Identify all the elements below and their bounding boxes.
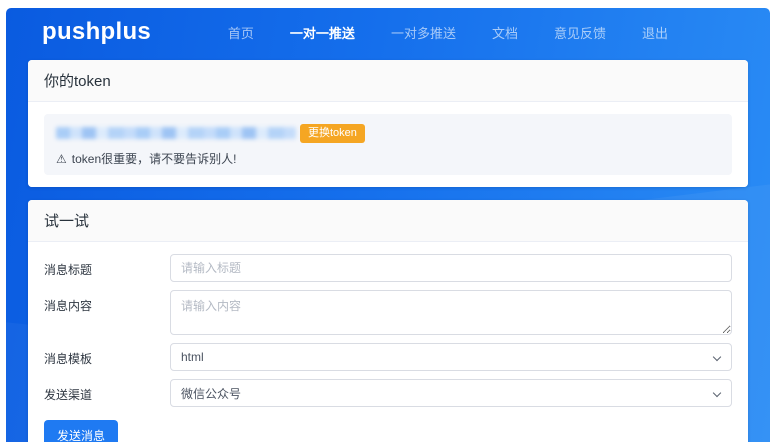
chevron-down-icon [713, 389, 721, 397]
message-template-select[interactable]: html [170, 343, 732, 371]
message-title-row: 消息标题 [44, 254, 732, 282]
token-card-title: 你的token [44, 73, 111, 90]
try-it-card: 试一试 消息标题 消息内容 消息模板 [28, 200, 748, 442]
token-warning-text: token很重要，请不要告诉别人! [72, 150, 237, 167]
message-content-label: 消息内容 [44, 290, 170, 314]
nav-item-one-to-one-push[interactable]: 一对一推送 [290, 23, 355, 42]
message-title-input[interactable] [170, 254, 732, 282]
try-it-card-header: 试一试 [28, 200, 748, 242]
message-content-textarea[interactable] [170, 290, 732, 335]
message-template-label: 消息模板 [44, 343, 170, 367]
nav-item-docs[interactable]: 文档 [492, 23, 518, 42]
try-it-card-body: 消息标题 消息内容 消息模板 html [28, 242, 748, 442]
token-card-header: 你的token [28, 60, 748, 102]
main-nav: 首页 一对一推送 一对多推送 文档 意见反馈 退出 [228, 23, 712, 42]
change-token-button[interactable]: 更换token [300, 124, 365, 143]
message-title-label: 消息标题 [44, 254, 170, 278]
message-template-selected-value: html [181, 350, 204, 364]
token-box: 更换token ⚠ token很重要，请不要告诉别人! [44, 114, 732, 175]
send-channel-select[interactable]: 微信公众号 [170, 379, 732, 407]
nav-item-home[interactable]: 首页 [228, 23, 254, 42]
chevron-down-icon [713, 353, 721, 361]
nav-item-one-to-many-push[interactable]: 一对多推送 [391, 23, 456, 42]
token-row: 更换token [56, 123, 720, 143]
message-template-row: 消息模板 html [44, 343, 732, 371]
message-content-row: 消息内容 [44, 290, 732, 335]
try-it-card-title: 试一试 [44, 213, 89, 230]
page-content: 你的token 更换token ⚠ token很重要，请不要告诉别人! 试 [6, 56, 770, 442]
pushplus-logo[interactable]: pushplus [42, 18, 151, 46]
send-channel-row: 发送渠道 微信公众号 [44, 379, 732, 407]
token-warning: ⚠ token很重要，请不要告诉别人! [56, 150, 720, 167]
token-card: 你的token 更换token ⚠ token很重要，请不要告诉别人! [28, 60, 748, 187]
send-channel-label: 发送渠道 [44, 379, 170, 403]
top-navigation-bar: pushplus 首页 一对一推送 一对多推送 文档 意见反馈 退出 [6, 8, 770, 56]
token-blurred-value [56, 127, 296, 139]
send-channel-selected-value: 微信公众号 [181, 385, 241, 402]
nav-item-logout[interactable]: 退出 [642, 23, 668, 42]
warning-icon: ⚠ [56, 152, 67, 166]
page-background: pushplus 首页 一对一推送 一对多推送 文档 意见反馈 退出 你的tok… [6, 8, 770, 442]
token-card-body: 更换token ⚠ token很重要，请不要告诉别人! [28, 102, 748, 187]
nav-item-feedback[interactable]: 意见反馈 [554, 23, 606, 42]
send-message-button[interactable]: 发送消息 [44, 420, 118, 442]
